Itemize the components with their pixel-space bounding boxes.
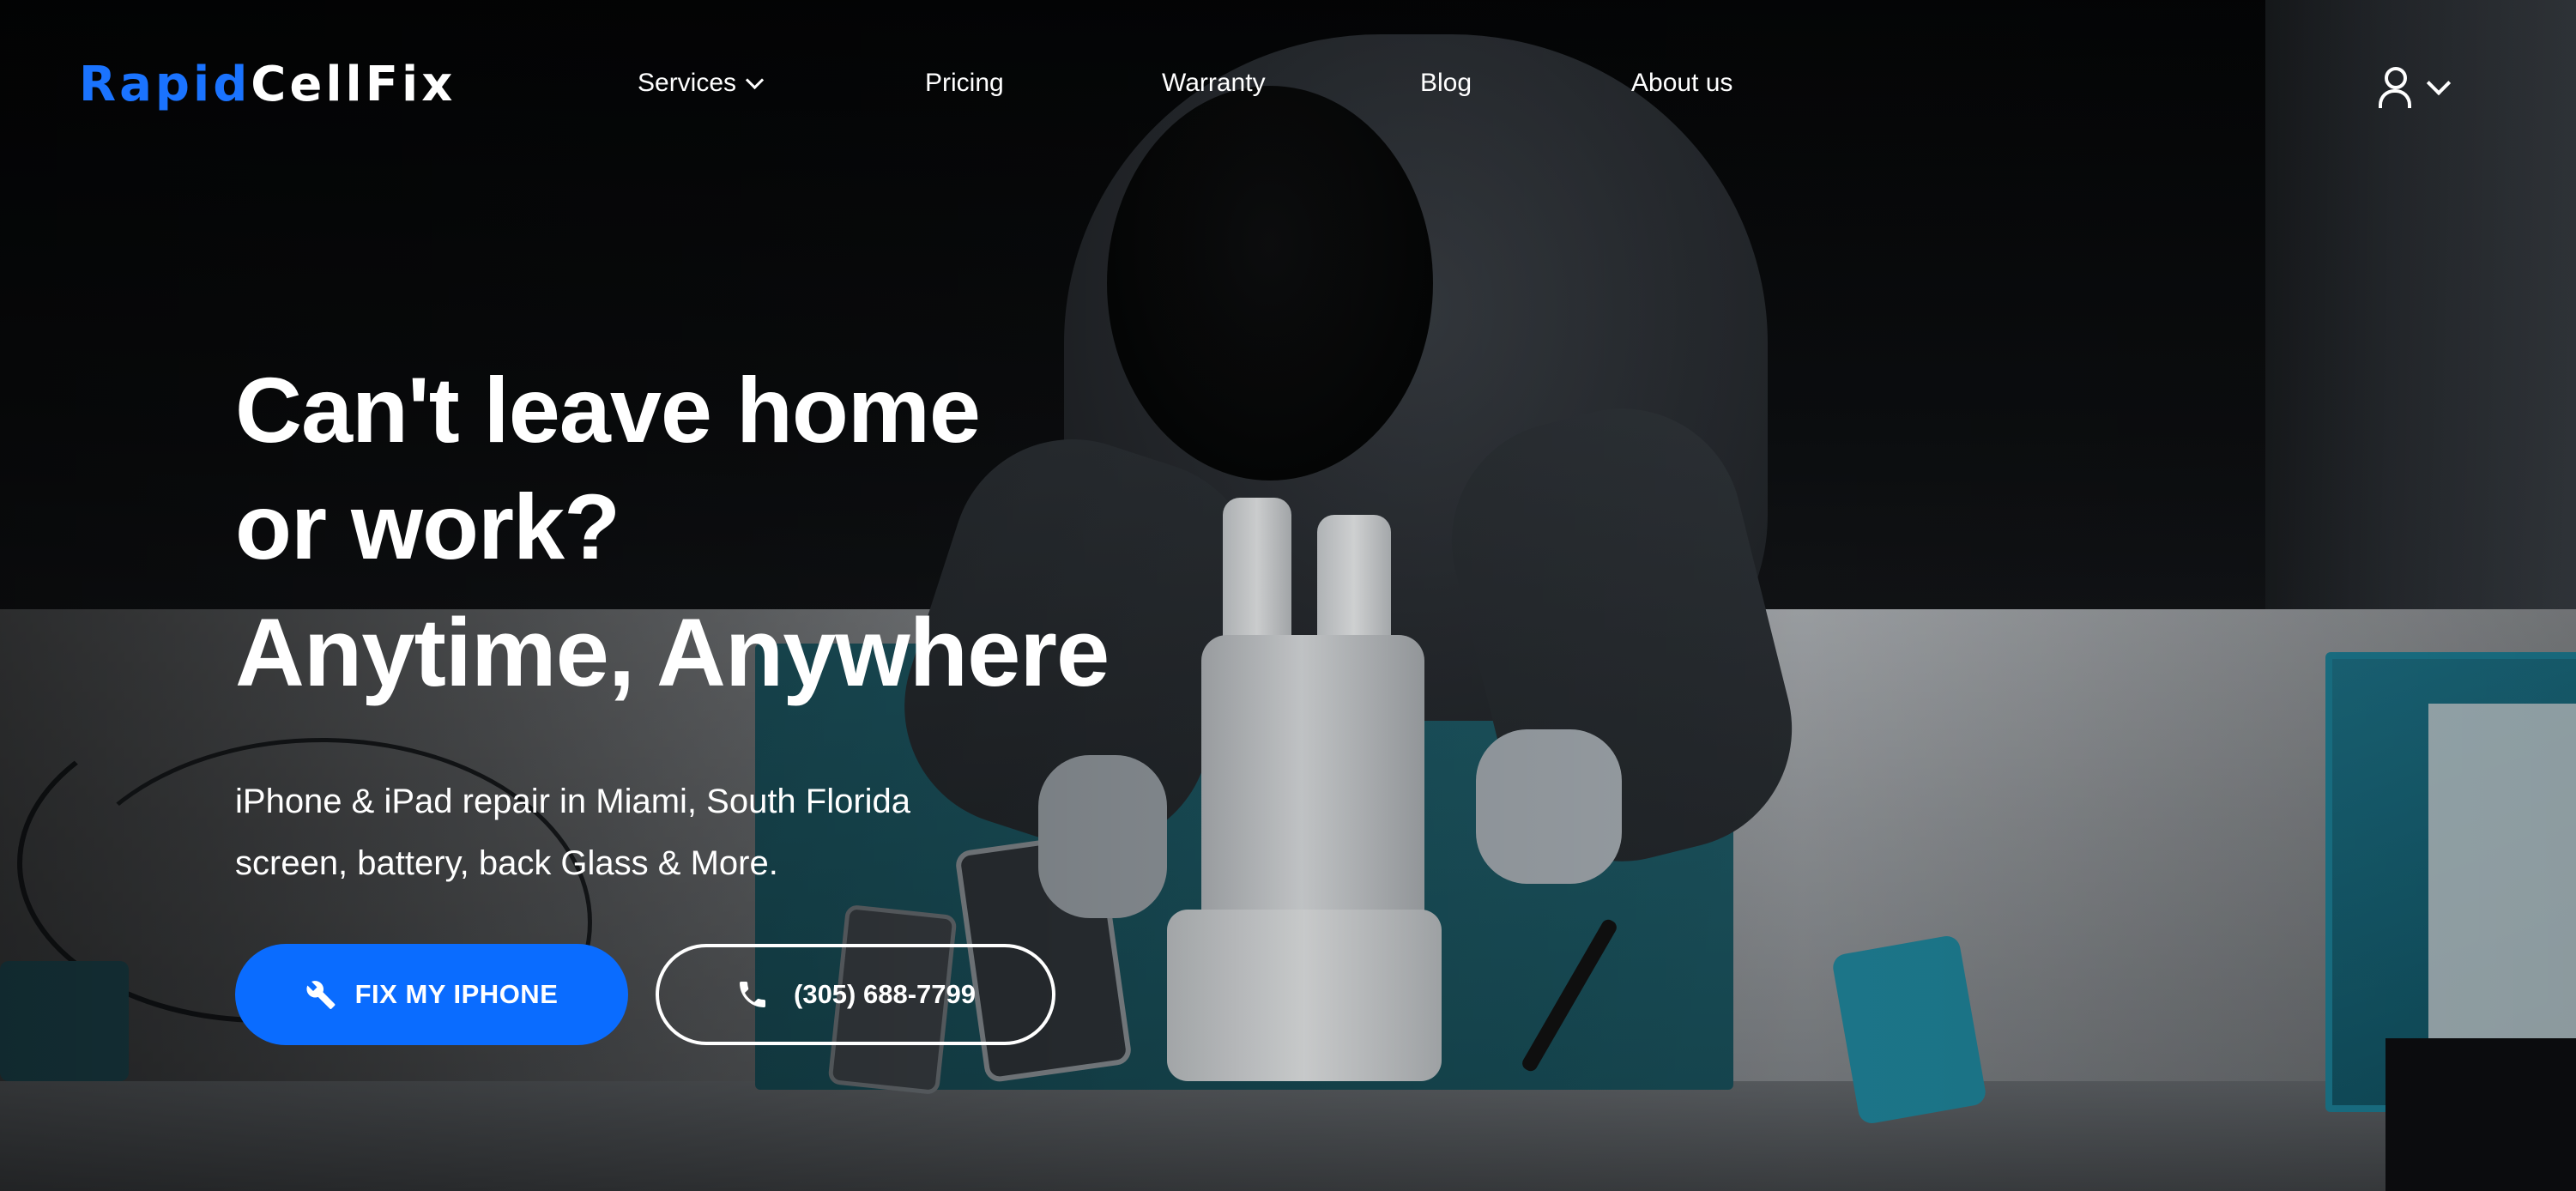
hero-headline-line1: Can't leave home xyxy=(235,358,981,462)
chevron-down-icon xyxy=(2426,70,2452,96)
hero-headline-line2: or work? xyxy=(235,475,620,578)
site-logo[interactable]: RapidCellFix xyxy=(79,57,456,112)
nav-item-warranty[interactable]: Warranty xyxy=(1162,69,1266,98)
fix-my-iphone-button[interactable]: FIX MY IPHONE xyxy=(235,944,628,1045)
hero-tagline: Anytime, Anywhere xyxy=(235,599,1110,706)
call-phone-button[interactable]: (305) 688-7799 xyxy=(656,944,1055,1045)
nav-item-label: Services xyxy=(638,69,737,97)
wrench-icon xyxy=(305,979,336,1010)
chevron-down-icon xyxy=(745,70,765,89)
nav-item-blog[interactable]: Blog xyxy=(1420,69,1472,98)
hero-subtext: iPhone & iPad repair in Miami, South Flo… xyxy=(235,771,910,894)
nav-item-pricing[interactable]: Pricing xyxy=(925,69,1004,98)
nav-item-services[interactable]: Services xyxy=(638,69,765,98)
nav-item-about-us[interactable]: About us xyxy=(1631,69,1732,98)
nav-item-label: Pricing xyxy=(925,69,1004,97)
hero-section: RapidCellFix Services Pricing Warranty B… xyxy=(0,0,2576,1191)
phone-number-label: (305) 688-7799 xyxy=(794,979,976,1009)
hero-subtext-line2: screen, battery, back Glass & More. xyxy=(235,844,778,882)
user-account-menu[interactable] xyxy=(2377,67,2452,108)
nav-item-label: Blog xyxy=(1420,69,1472,97)
phone-icon xyxy=(735,977,770,1012)
site-header: RapidCellFix Services Pricing Warranty B… xyxy=(0,0,2576,172)
user-icon xyxy=(2377,67,2411,108)
fix-my-iphone-label: FIX MY IPHONE xyxy=(354,979,559,1009)
logo-text-cellfix: CellFix xyxy=(251,57,457,112)
nav-item-label: Warranty xyxy=(1162,69,1266,97)
hero-headline: Can't leave home or work? xyxy=(235,352,981,585)
logo-text-rapid: Rapid xyxy=(79,57,251,112)
nav-item-label: About us xyxy=(1631,69,1733,97)
hero-subtext-line1: iPhone & iPad repair in Miami, South Flo… xyxy=(235,783,911,820)
